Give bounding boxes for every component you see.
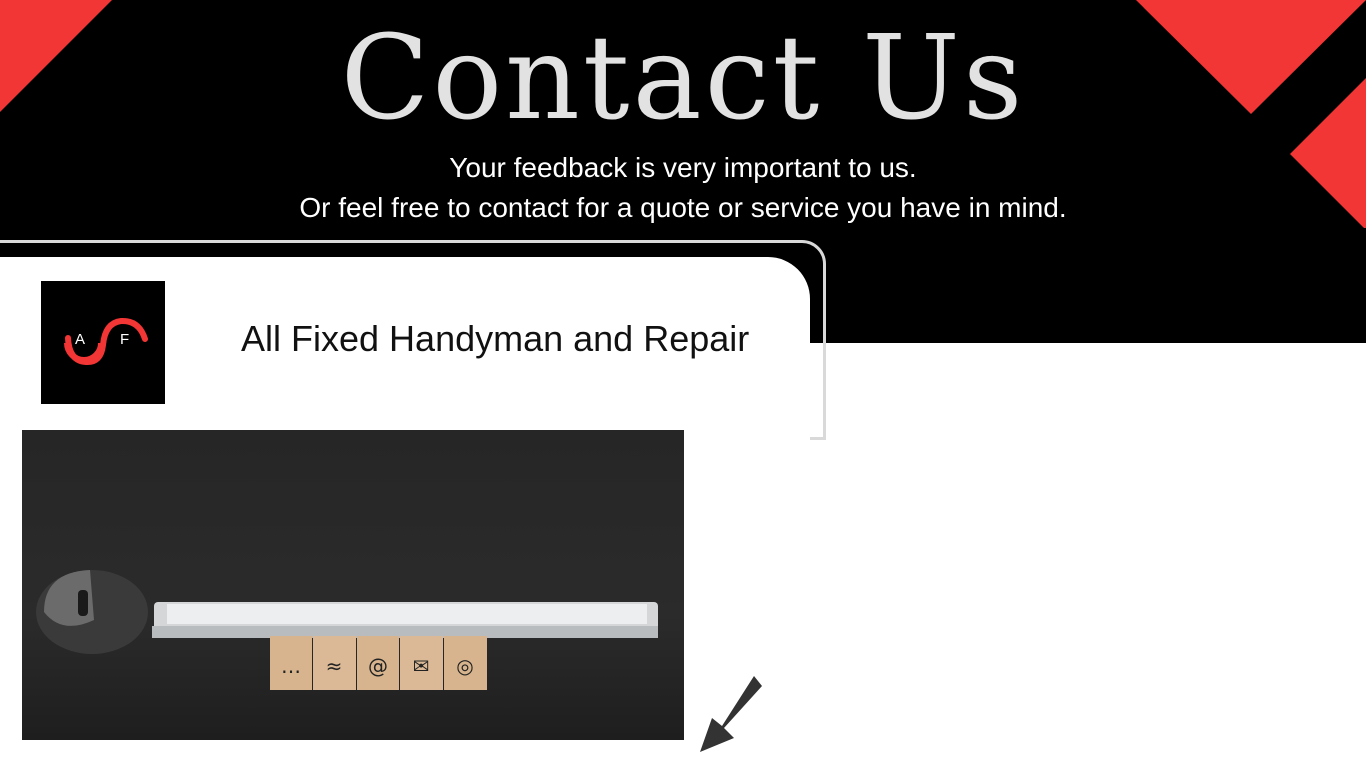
company-logo: A F <box>41 281 165 404</box>
svg-text:✉: ✉ <box>413 654 430 678</box>
svg-text:@: @ <box>368 654 388 678</box>
company-name: All Fixed Handyman and Repair <box>241 318 750 359</box>
keyboard-icon <box>152 602 658 638</box>
svg-text:◎: ◎ <box>456 654 473 678</box>
down-left-arrow-icon <box>700 676 762 752</box>
contact-blocks: … ≈ @ ✉ ◎ <box>270 636 487 690</box>
keyboard-photo-illustration: … ≈ @ ✉ ◎ <box>22 430 684 740</box>
svg-text:…: … <box>281 654 301 678</box>
contact-photo: … ≈ @ ✉ ◎ <box>22 430 684 740</box>
hero-subtitle-line-1: Your feedback is very important to us. <box>449 152 917 183</box>
logo-letter-f: F <box>120 331 130 348</box>
logo-letter-a: A <box>75 331 86 348</box>
logo-swoosh-icon <box>64 317 148 366</box>
svg-text:≈: ≈ <box>326 654 343 678</box>
mouse-icon <box>36 570 148 654</box>
hero-subtitle-line-2: Or feel free to contact for a quote or s… <box>299 192 1067 223</box>
page-title: Contact Us <box>340 11 1026 146</box>
